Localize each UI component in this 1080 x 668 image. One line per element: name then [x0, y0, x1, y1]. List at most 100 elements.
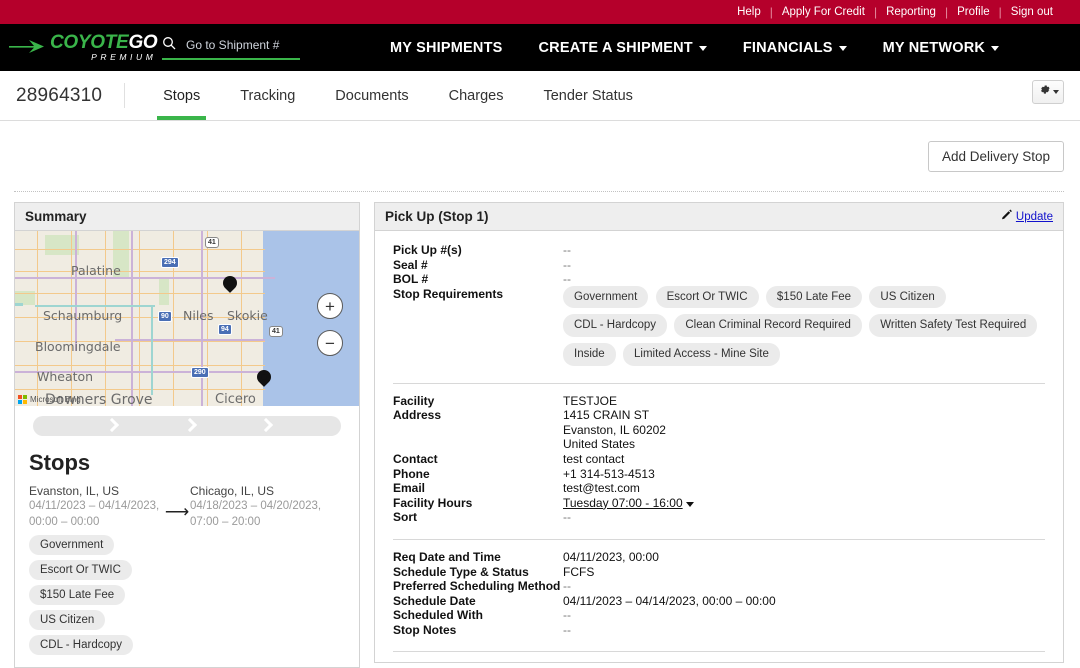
tab-documents[interactable]: Documents: [315, 71, 428, 120]
tab-label: Documents: [335, 87, 409, 104]
map-label-bloomingdale: Bloomingdale: [35, 339, 121, 354]
pencil-icon: [1001, 209, 1013, 224]
tab-stops[interactable]: Stops: [143, 71, 220, 120]
utility-link-help[interactable]: Help: [728, 0, 770, 24]
field-label: Schedule Type & Status: [393, 564, 529, 579]
tab-label: Charges: [448, 87, 504, 104]
map-park: [45, 235, 79, 255]
field-value: TESTJOE: [563, 393, 618, 408]
map-label-palatine: Palatine: [71, 263, 121, 278]
section-divider: [393, 538, 1045, 540]
stops-summary-grid: Evanston, IL, US 04/11/2023 – 04/14/2023…: [29, 484, 345, 530]
address-line: United States: [563, 437, 636, 452]
coyotego-logo[interactable]: COYOTEGO PREMIUM: [0, 33, 158, 62]
map-park: [159, 279, 169, 305]
requirement-chip: Written Safety Test Required: [869, 314, 1038, 337]
search-input[interactable]: [184, 37, 300, 53]
arrow-right-icon: [8, 35, 46, 60]
field-value: --: [563, 243, 571, 257]
shipment-search[interactable]: [162, 36, 300, 60]
map-road: [139, 231, 140, 406]
tab-tender-status[interactable]: Tender Status: [523, 71, 652, 120]
field-value: 04/11/2023 – 04/14/2023, 00:00 – 00:00: [563, 593, 776, 608]
header-divider: [124, 83, 126, 108]
destination-dates: 04/18/2023 – 04/20/2023,: [190, 500, 322, 512]
field-label: Stop Notes: [393, 622, 457, 637]
utility-link-apply-for-credit[interactable]: Apply For Credit: [773, 0, 874, 24]
requirement-chip: CDL - Hardcopy: [29, 635, 134, 655]
logo-tagline: PREMIUM: [91, 52, 157, 63]
requirement-chip: Clean Criminal Record Required: [674, 314, 862, 337]
highway-shield-41: 41: [205, 237, 219, 248]
field-row: Email test@test.com: [393, 481, 1045, 496]
chevron-down-icon[interactable]: [685, 501, 694, 507]
map-label-schaumburg: Schaumburg: [43, 308, 123, 323]
nav-item-label: MY SHIPMENTS: [390, 39, 503, 56]
shipment-header: 28964310 Stops Tracking Documents Charge…: [0, 71, 1080, 121]
requirement-chip: US Citizen: [869, 285, 946, 309]
map-highway: [115, 339, 265, 341]
search-icon: [162, 36, 176, 55]
field-label: Scheduled With: [393, 608, 483, 623]
arrow-right-icon: ⟶: [164, 502, 190, 521]
origin-stop-summary: Evanston, IL, US 04/11/2023 – 04/14/2023…: [29, 484, 164, 530]
field-row: Schedule Date 04/11/2023 – 04/14/2023, 0…: [393, 594, 1045, 609]
map-road: [15, 271, 265, 272]
tab-tracking[interactable]: Tracking: [220, 71, 315, 120]
section-divider: [393, 651, 1045, 653]
update-stop-link[interactable]: Update: [1001, 209, 1053, 224]
stops-heading: Stops: [29, 450, 91, 475]
route-map[interactable]: 294 41 90 94 41 290 Palatine Schaumburg …: [15, 231, 359, 406]
field-row: Stop Notes --: [393, 623, 1045, 638]
map-zoom-in-button[interactable]: +: [317, 293, 343, 319]
field-value: 04/11/2023, 00:00: [563, 549, 659, 564]
field-value: --: [563, 510, 571, 525]
chevron-down-icon: [838, 46, 847, 51]
field-value: +1 314-513-4513: [563, 466, 655, 481]
field-row: Seal # --: [393, 258, 1045, 273]
facility-block: Facility TESTJOE Address 1415 CRAIN ST E…: [375, 394, 1063, 535]
shipment-tabs: Stops Tracking Documents Charges Tender …: [143, 71, 653, 120]
summary-stops-section: Stops Evanston, IL, US 04/11/2023 – 04/1…: [15, 436, 359, 667]
map-zoom-out-button[interactable]: −: [317, 330, 343, 356]
field-value: --: [563, 257, 571, 272]
requirement-chip: Government: [563, 285, 649, 309]
chevron-down-icon: [1052, 90, 1059, 94]
nav-item-my-network[interactable]: MY NETWORK: [865, 40, 1017, 56]
tab-label: Stops: [163, 87, 201, 104]
field-label: Sort: [393, 510, 417, 525]
progress-chevron-icon: [185, 418, 195, 434]
nav-item-label: FINANCIALS: [742, 39, 833, 56]
utility-link-sign-out[interactable]: Sign out: [1002, 0, 1062, 24]
nav-item-my-shipments[interactable]: MY SHIPMENTS: [372, 40, 521, 56]
utility-link-profile[interactable]: Profile: [948, 0, 999, 24]
field-label: Req Date and Time: [393, 549, 501, 564]
field-value: test contact: [563, 451, 625, 466]
tab-charges[interactable]: Charges: [429, 71, 524, 120]
content-area: Summary 294 41 90 94 41 290 Palatine Sch…: [0, 192, 1080, 668]
nav-item-financials[interactable]: FINANCIALS: [725, 40, 865, 56]
highway-shield-290: 290: [191, 367, 209, 378]
field-row: Phone +1 314-513-4513: [393, 467, 1045, 482]
settings-menu-button[interactable]: [1032, 80, 1064, 104]
address-row: Address 1415 CRAIN ST Evanston, IL 60202…: [393, 408, 1045, 452]
field-row: Contact test contact: [393, 452, 1045, 467]
field-row: Sort --: [393, 510, 1045, 525]
destination-times: 07:00 – 20:00: [190, 516, 261, 528]
field-row: Pick Up #(s) --: [393, 243, 1045, 258]
address-line: Evanston, IL 60202: [563, 422, 666, 437]
map-attribution-label: Microsoft Bing: [30, 395, 81, 404]
add-delivery-stop-button[interactable]: Add Delivery Stop: [927, 140, 1064, 172]
pickup-panel-header: Pick Up (Stop 1) Update: [375, 203, 1063, 231]
facility-hours-toggle[interactable]: Tuesday 07:00 - 16:00: [563, 496, 683, 510]
nav-item-create-a-shipment[interactable]: CREATE A SHIPMENT: [521, 40, 725, 56]
map-road: [15, 365, 265, 366]
field-label: BOL #: [393, 272, 429, 287]
stop-requirements-row: Stop Requirements Government Escort Or T…: [393, 285, 1045, 369]
field-row: Facility TESTJOE: [393, 394, 1045, 409]
utility-link-reporting[interactable]: Reporting: [877, 0, 945, 24]
field-label: Facility: [393, 393, 435, 408]
destination-stop-summary: Chicago, IL, US 04/18/2023 – 04/20/2023,…: [190, 484, 325, 530]
nav-links: MY SHIPMENTS CREATE A SHIPMENT FINANCIAL…: [372, 40, 1017, 56]
summary-requirement-chips: Government Escort Or TWIC $150 Late Fee …: [29, 535, 345, 655]
